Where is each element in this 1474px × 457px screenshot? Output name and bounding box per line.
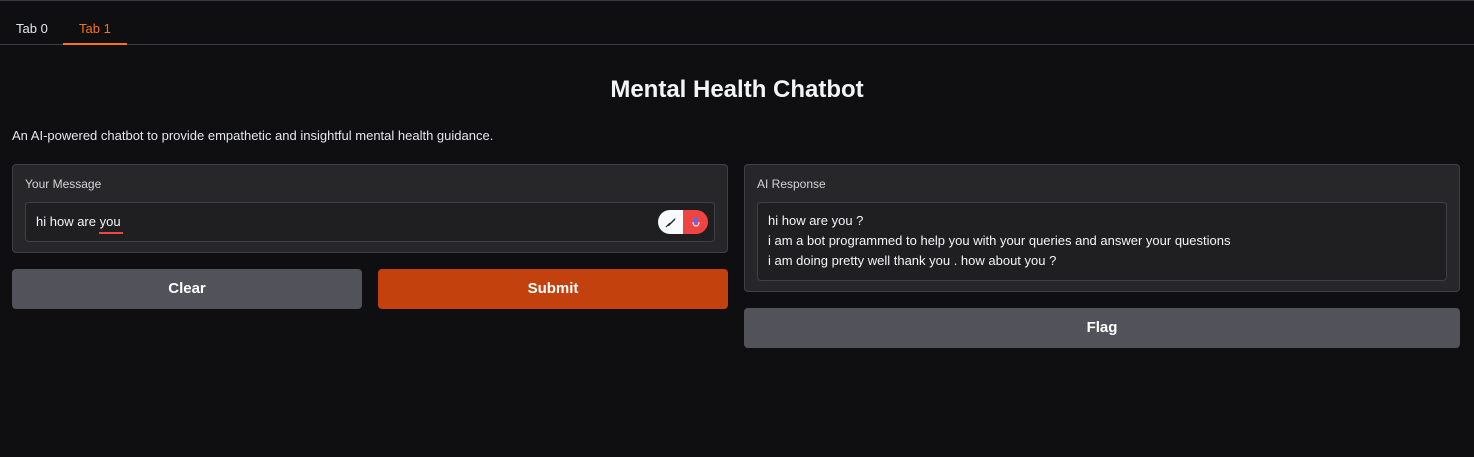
response-line: i am a bot programmed to help you with y… (768, 233, 1231, 248)
message-label: Your Message (25, 177, 102, 191)
browser-extension-widget[interactable] (658, 210, 708, 234)
flag-button[interactable]: Flag (744, 308, 1460, 348)
response-panel: AI Response hi how are you ? i am a bot … (744, 164, 1460, 292)
clear-button[interactable]: Clear (12, 269, 362, 309)
message-panel: Your Message (12, 164, 728, 253)
page-title: Mental Health Chatbot (610, 76, 864, 103)
spellcheck-underline (99, 232, 123, 234)
record-extension-icon[interactable] (683, 210, 708, 234)
page-description: An AI-powered chatbot to provide empathe… (12, 128, 494, 143)
quill-extension-icon[interactable] (658, 210, 683, 234)
response-line: hi how are you ? (768, 213, 864, 228)
response-label: AI Response (757, 177, 826, 191)
tab-bar: Tab 0 Tab 1 (0, 0, 1474, 45)
message-input[interactable] (36, 214, 636, 229)
response-textbox[interactable]: hi how are you ? i am a bot programmed t… (757, 202, 1447, 281)
message-input-box[interactable] (25, 202, 715, 242)
tab-1[interactable]: Tab 1 (63, 15, 127, 45)
tab-0[interactable]: Tab 0 (0, 15, 64, 45)
response-line: i am doing pretty well thank you . how a… (768, 253, 1057, 268)
submit-button[interactable]: Submit (378, 269, 728, 309)
